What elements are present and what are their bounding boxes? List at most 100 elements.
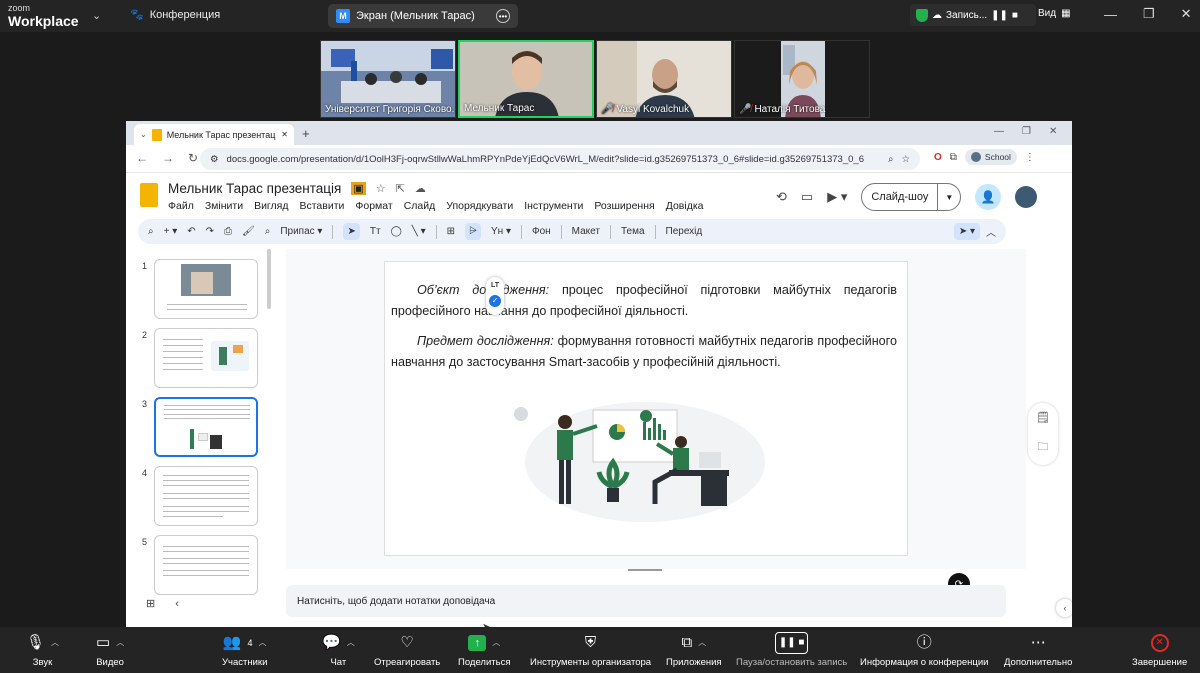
theme-button[interactable]: Тема bbox=[621, 226, 645, 237]
chevron-down-icon[interactable]: ▼ bbox=[938, 193, 960, 202]
share-person-icon[interactable]: 👤 bbox=[975, 184, 1002, 210]
participant-tile[interactable]: 🎤̸ Наталія Титова bbox=[734, 40, 870, 118]
chevron-up-icon[interactable]: ︿ bbox=[492, 633, 500, 653]
tab-close-icon[interactable]: ✕ bbox=[281, 130, 288, 139]
undo-icon[interactable]: ↶ bbox=[187, 226, 195, 237]
menu-item[interactable]: Вигляд bbox=[254, 200, 288, 212]
menu-item[interactable]: Слайд bbox=[404, 200, 436, 212]
comments-icon[interactable]: ▭ bbox=[801, 189, 813, 205]
host-tools-button[interactable]: ⛨ Инструменты организатора bbox=[530, 633, 651, 668]
search-icon[interactable]: ⌕ bbox=[148, 226, 154, 237]
close-icon[interactable]: ✕ bbox=[1049, 126, 1057, 137]
restore-icon[interactable]: ❐ bbox=[1022, 126, 1031, 137]
view-button[interactable]: Вид ▦ bbox=[1038, 8, 1071, 19]
end-meeting-button[interactable]: ✕ Завершение bbox=[1132, 633, 1187, 668]
layout-button[interactable]: Макет bbox=[572, 226, 600, 237]
slides-logo-icon[interactable] bbox=[140, 183, 158, 207]
ruler-toggle-icon[interactable]: ⩥ bbox=[464, 223, 481, 240]
avatar[interactable] bbox=[1015, 186, 1038, 208]
slideshow-button[interactable]: Слайд-шоу ▼ bbox=[861, 183, 962, 211]
chevron-down-icon[interactable]: ⌄ bbox=[92, 9, 101, 22]
menu-item[interactable]: Вставити bbox=[299, 200, 344, 212]
participant-tile[interactable]: Університет Григорія Сково... bbox=[320, 40, 456, 118]
collapse-filmstrip-icon[interactable]: ‹ bbox=[175, 598, 179, 610]
minimize-icon[interactable]: — bbox=[994, 126, 1004, 137]
move-folder-icon[interactable]: ⇱ bbox=[396, 182, 405, 195]
star-icon[interactable]: ☆ bbox=[376, 182, 386, 195]
meeting-menu[interactable]: 🐾 Конференция bbox=[130, 8, 220, 22]
restore-icon[interactable]: ❐ bbox=[1143, 6, 1155, 22]
chevron-up-icon[interactable]: ︿ bbox=[347, 633, 355, 653]
close-icon[interactable]: ✕ bbox=[1181, 6, 1192, 22]
menu-item[interactable]: Змінити bbox=[205, 200, 243, 212]
menu-item[interactable]: Інструменти bbox=[524, 200, 583, 212]
new-tab-button[interactable]: + bbox=[302, 126, 310, 141]
forward-icon[interactable]: → bbox=[162, 151, 174, 165]
collapse-toolbar-icon[interactable]: ︿ bbox=[986, 224, 996, 239]
participant-tile-active[interactable]: Мельник Тарас bbox=[458, 40, 594, 118]
extension-badge-icon[interactable]: ▣ bbox=[351, 182, 366, 195]
menu-item[interactable]: Формат bbox=[355, 200, 392, 212]
slide-thumbnail-current[interactable] bbox=[154, 397, 258, 457]
audio-button[interactable]: 🎙 ︿ Звук bbox=[26, 633, 59, 668]
text-box-icon[interactable]: Tт bbox=[370, 226, 381, 237]
object-paragraph[interactable]: Об’єкт дослідження: процес професійної п… bbox=[391, 280, 897, 322]
screen-share-indicator[interactable]: M Экран (Мельник Тарас) ••• bbox=[328, 4, 518, 28]
zoom-lens-icon[interactable]: ⌕ bbox=[888, 154, 893, 165]
languagetool-widget[interactable]: LT ✓ bbox=[486, 277, 504, 315]
redo-icon[interactable]: ↷ bbox=[206, 226, 214, 237]
notes-resize-handle[interactable] bbox=[628, 569, 662, 571]
slide-thumbnail[interactable] bbox=[154, 259, 258, 319]
slide-thumbnail[interactable] bbox=[154, 328, 258, 388]
extensions-icon[interactable]: ⧉ bbox=[950, 152, 957, 163]
browser-menu-icon[interactable]: ⋮ bbox=[1025, 152, 1035, 163]
stop-icon[interactable]: ■ bbox=[1012, 10, 1018, 21]
print-icon[interactable]: ⎙ bbox=[224, 226, 232, 237]
filmstrip-scrollbar[interactable] bbox=[267, 249, 271, 309]
subject-paragraph[interactable]: Предмет дослідження: формування готовнос… bbox=[391, 331, 897, 373]
menu-item[interactable]: Упорядкувати bbox=[446, 200, 513, 212]
tab-list-icon[interactable]: ⌄ bbox=[140, 130, 147, 139]
chevron-up-icon[interactable]: ︿ bbox=[51, 633, 59, 653]
menu-item[interactable]: Файл bbox=[168, 200, 194, 212]
pause-record-button[interactable]: ❚❚ ■ Пауза/остановить запись bbox=[736, 632, 847, 668]
grid-view-icon[interactable]: ⊞ bbox=[146, 597, 155, 610]
folder-icon[interactable]: 🗀 bbox=[1038, 438, 1049, 457]
chevron-left-icon[interactable]: ‹ bbox=[1056, 599, 1072, 617]
meet-video-icon[interactable]: ▶ ▾ bbox=[827, 189, 847, 205]
history-icon[interactable]: ⟲ bbox=[776, 189, 787, 205]
video-button[interactable]: ▭ ︿ Видео bbox=[96, 633, 124, 668]
address-input[interactable]: ⚙ docs.google.com/presentation/d/1OolH3F… bbox=[200, 148, 920, 170]
menu-item[interactable]: Довідка bbox=[666, 200, 704, 212]
browser-tab[interactable]: ⌄ Мельник Тарас презентація - ✕ bbox=[134, 124, 294, 145]
chevron-up-icon[interactable]: ︿ bbox=[259, 633, 267, 653]
transition-button[interactable]: Перехід bbox=[666, 226, 703, 237]
share-screen-button[interactable]: ↑ ︿ Поделиться bbox=[458, 633, 510, 668]
pause-icon[interactable]: ❚❚ bbox=[991, 10, 1008, 21]
back-icon[interactable]: ← bbox=[136, 151, 148, 165]
comment-add-icon[interactable]: ⊞ bbox=[447, 226, 455, 237]
background-button[interactable]: Фон bbox=[532, 226, 551, 237]
slide-thumbnail[interactable] bbox=[154, 535, 258, 595]
pointer-mode-icon[interactable]: ➤ ▾ bbox=[953, 223, 980, 240]
new-slide-icon[interactable]: + ▾ bbox=[164, 226, 178, 237]
chevron-up-icon[interactable]: ︿ bbox=[116, 633, 124, 653]
select-tool-icon[interactable]: ➤ bbox=[343, 223, 360, 240]
zoom-select[interactable]: Припас ▾ bbox=[280, 226, 322, 237]
more-button[interactable]: ⋯ Дополнительно bbox=[1004, 633, 1072, 668]
keep-notes-icon[interactable]: 🗒 bbox=[1036, 411, 1050, 424]
react-button[interactable]: ♡ Отреагировать bbox=[374, 633, 440, 668]
slideshow-label[interactable]: Слайд-шоу bbox=[862, 184, 939, 210]
text-style-icon[interactable]: Yн ▾ bbox=[491, 226, 511, 237]
bookmark-star-icon[interactable]: ☆ bbox=[901, 154, 910, 165]
more-icon[interactable]: ••• bbox=[496, 9, 510, 23]
shape-icon[interactable]: ◯ bbox=[391, 226, 402, 237]
reload-icon[interactable]: ↻ bbox=[188, 151, 198, 165]
chevron-up-icon[interactable]: ︿ bbox=[698, 633, 706, 653]
slide-thumbnail[interactable] bbox=[154, 466, 258, 526]
meeting-info-button[interactable]: ⓘ Информация о конференции bbox=[860, 633, 989, 668]
chat-button[interactable]: 💬 ︿ Чат bbox=[322, 633, 355, 668]
site-info-icon[interactable]: ⚙ bbox=[210, 154, 219, 165]
apps-button[interactable]: ⧉ ︿ Приложения bbox=[666, 633, 722, 668]
profile-button[interactable]: School bbox=[964, 149, 1017, 165]
